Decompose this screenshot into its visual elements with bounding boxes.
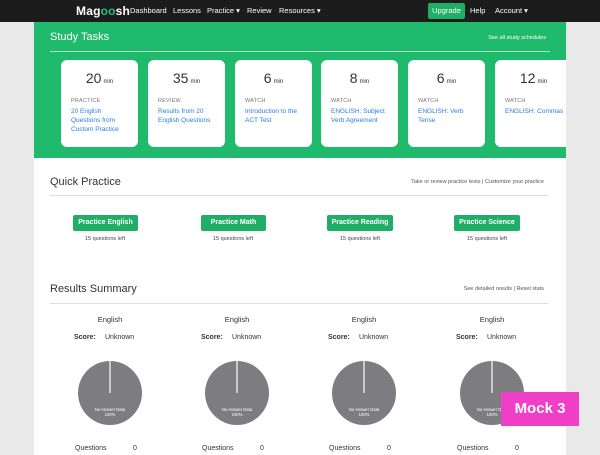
questions-label: Questions — [75, 445, 107, 452]
answer-pie-chart: No Answer Data 100% — [205, 361, 269, 425]
score-label: Score: — [201, 334, 223, 341]
study-task-card[interactable]: 8 min WATCH ENGLISH: Subject Verb Agreeme… — [321, 60, 398, 147]
score-value: Unknown — [232, 334, 262, 341]
nav-lessons[interactable]: Lessons — [173, 6, 201, 15]
score-value: Unknown — [105, 334, 135, 341]
score-label: Score: — [328, 334, 350, 341]
task-link[interactable]: ENGLISH: Verb Tense — [418, 107, 479, 125]
task-type: PRACTICE — [71, 98, 101, 104]
study-task-card[interactable]: 20 min PRACTICE 20 English Questions from… — [61, 60, 138, 147]
task-link[interactable]: 20 English Questions from Custom Practic… — [71, 107, 132, 134]
magoosh-logo[interactable]: Magoosh — [76, 4, 130, 18]
task-duration: 12 min — [519, 70, 548, 86]
task-duration: 8 min — [349, 70, 370, 86]
questions-left: 15 questions left — [84, 236, 126, 242]
questions-label: Questions — [202, 445, 234, 452]
questions-count: 0 — [515, 445, 519, 452]
result-subject: English — [351, 315, 377, 324]
questions-left: 15 questions left — [339, 236, 381, 242]
result-subject: English — [479, 315, 505, 324]
pie-percent: 100% — [487, 412, 498, 417]
task-type: WATCH — [418, 98, 439, 104]
divider — [50, 51, 550, 52]
detailed-results-link[interactable]: See detailed results | Reset stats — [464, 286, 544, 292]
study-tasks-title: Study Tasks — [50, 31, 110, 43]
mock-badge: Mock 3 — [501, 392, 579, 426]
results-summary-title: Results Summary — [50, 283, 137, 295]
nav-practice[interactable]: Practice ▾ — [207, 6, 240, 15]
task-duration: 6 min — [436, 70, 457, 86]
study-task-card[interactable]: 12 min WATCH ENGLISH: Commas — [495, 60, 566, 147]
task-type: WATCH — [505, 98, 526, 104]
result-subject: English — [224, 315, 250, 324]
task-type: REVIEW — [158, 98, 181, 104]
pie-percent: 100% — [105, 412, 116, 417]
questions-left: 15 questions left — [466, 236, 508, 242]
task-link[interactable]: ENGLISH: Commas — [505, 107, 566, 116]
score-label: Score: — [456, 334, 478, 341]
practice-reading-button[interactable]: Practice Reading — [327, 215, 393, 231]
score-label: Score: — [74, 334, 96, 341]
questions-left: 15 questions left — [212, 236, 254, 242]
answer-pie-chart: No Answer Data 100% — [78, 361, 142, 425]
dashboard-content: Study Tasks See all study schedules 20 mi… — [34, 22, 566, 455]
upgrade-button[interactable]: Upgrade — [428, 3, 465, 19]
study-task-card[interactable]: 6 min WATCH Introduction to the ACT Test — [235, 60, 312, 147]
task-duration: 35 min — [172, 70, 201, 86]
nav-account[interactable]: Account ▾ — [495, 6, 528, 15]
questions-count: 0 — [260, 445, 264, 452]
questions-count: 0 — [387, 445, 391, 452]
task-link[interactable]: Introduction to the ACT Test — [245, 107, 306, 125]
result-subject: English — [97, 315, 123, 324]
score-value: Unknown — [359, 334, 389, 341]
study-task-card[interactable]: 35 min REVIEW Results from 20 English Que… — [148, 60, 225, 147]
task-duration: 6 min — [263, 70, 284, 86]
top-navbar: Magoosh Dashboard Lessons Practice ▾ Rev… — [0, 0, 600, 22]
pie-percent: 100% — [232, 412, 243, 417]
nav-resources[interactable]: Resources ▾ — [279, 6, 321, 15]
practice-math-button[interactable]: Practice Math — [201, 215, 266, 231]
questions-count: 0 — [133, 445, 137, 452]
study-task-card[interactable]: 6 min WATCH ENGLISH: Verb Tense — [408, 60, 485, 147]
task-duration: 20 min — [85, 70, 114, 86]
task-type: WATCH — [331, 98, 352, 104]
practice-english-button[interactable]: Practice English — [73, 215, 138, 231]
answer-pie-chart: No Answer Data 100% — [332, 361, 396, 425]
task-link[interactable]: Results from 20 English Questions — [158, 107, 219, 125]
study-tasks-panel: Study Tasks See all study schedules 20 mi… — [34, 22, 566, 158]
see-all-schedules-link[interactable]: See all study schedules — [488, 35, 546, 41]
practice-science-button[interactable]: Practice Science — [454, 215, 520, 231]
questions-label: Questions — [329, 445, 361, 452]
nav-review[interactable]: Review — [247, 6, 272, 15]
questions-label: Questions — [457, 445, 489, 452]
task-type: WATCH — [245, 98, 266, 104]
pie-percent: 100% — [359, 412, 370, 417]
nav-dashboard[interactable]: Dashboard — [130, 6, 167, 15]
divider — [50, 195, 548, 196]
nav-help[interactable]: Help — [470, 6, 485, 15]
task-link[interactable]: ENGLISH: Subject Verb Agreement — [331, 107, 392, 125]
quick-practice-title: Quick Practice — [50, 176, 121, 188]
practice-tests-link[interactable]: Take or review practice tests | Customiz… — [411, 179, 544, 185]
score-value: Unknown — [487, 334, 517, 341]
divider — [50, 303, 548, 304]
